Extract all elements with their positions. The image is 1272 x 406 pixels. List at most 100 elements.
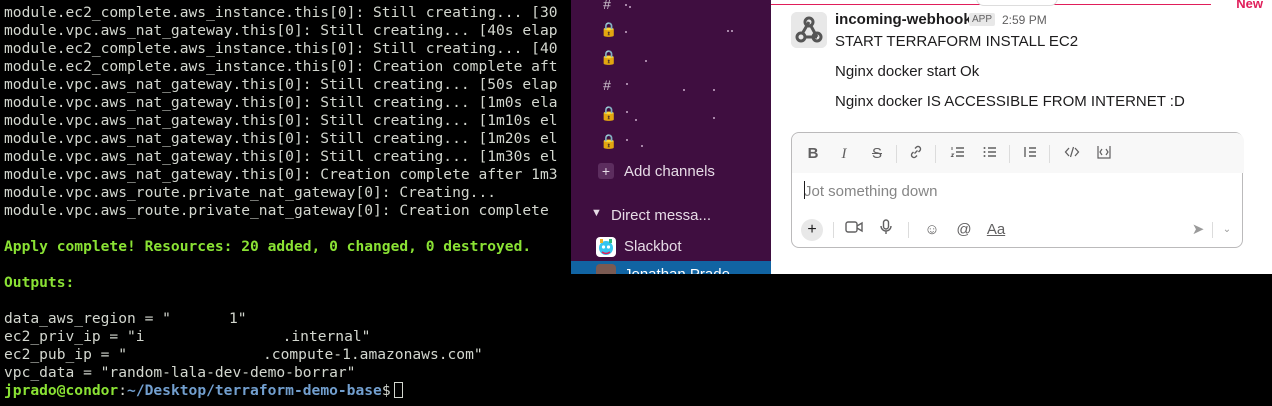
- ordered-list-icon[interactable]: [947, 144, 969, 164]
- redacted-channel-name: [623, 55, 733, 63]
- message-pane: New incoming-webhook APP 2:59 PM START T…: [771, 0, 1272, 274]
- active-dm-label: Jonathan Prado: [624, 266, 730, 274]
- sidebar-channel[interactable]: 🔒: [571, 17, 771, 45]
- sidebar-item-slackbot[interactable]: Slackbot: [571, 234, 771, 260]
- slack-window: # 🔒 🔒 # 🔒 🔒 + Add channels ▼ Direct mess…: [571, 0, 1272, 274]
- apply-summary: Apply complete! Resources: 20 added, 0 c…: [4, 238, 532, 255]
- direct-messages-label: Direct messa...: [611, 207, 712, 224]
- redacted-channel-name: [623, 111, 733, 121]
- italic-icon[interactable]: I: [833, 144, 855, 164]
- toolbar-divider: [1009, 145, 1010, 163]
- terminal-line: module.vpc.aws_nat_gateway.this[0]: Stil…: [4, 94, 558, 111]
- terminal-line: module.ec2_complete.aws_instance.this[0]…: [4, 4, 558, 21]
- shell-prompt[interactable]: jprado@condor:~/Desktop/terraform-demo-b…: [4, 382, 403, 400]
- prompt-path: ~/Desktop/terraform-demo-base: [127, 382, 382, 399]
- toolbar-divider: [935, 145, 936, 163]
- redacted-channel-name: [623, 139, 733, 147]
- prompt-colon: :: [118, 382, 128, 399]
- redacted-channel-name: [623, 2, 733, 10]
- output-priv-suffix: .internal": [282, 328, 371, 345]
- lock-icon: 🔒: [600, 105, 618, 121]
- new-messages-label: New: [1236, 0, 1263, 11]
- webhook-avatar[interactable]: [791, 12, 827, 48]
- text-caret: [804, 181, 805, 199]
- toolbar-divider: [896, 145, 897, 163]
- sidebar-item-active-dm[interactable]: Jonathan Prado: [571, 261, 771, 274]
- message-composer: B I S Jot something down + ☺ @ Aa ➤ ⌄: [791, 132, 1244, 248]
- prompt-user: jprado@condor: [4, 382, 119, 399]
- slack-sidebar: # 🔒 🔒 # 🔒 🔒 + Add channels ▼ Direct mess…: [571, 0, 771, 274]
- terminal-line: module.vpc.aws_route.private_nat_gateway…: [4, 202, 558, 219]
- message-text: Nginx docker IS ACCESSIBLE FROM INTERNET…: [835, 93, 1185, 110]
- bulleted-list-icon[interactable]: [979, 144, 1001, 164]
- lock-icon: 🔒: [600, 133, 618, 149]
- toolbar-divider: [1212, 222, 1213, 238]
- slackbot-label: Slackbot: [624, 238, 682, 255]
- terminal-line: module.ec2_complete.aws_instance.this[0]…: [4, 40, 558, 57]
- link-icon[interactable]: [905, 144, 927, 164]
- mention-icon[interactable]: @: [953, 219, 975, 241]
- outputs-label: Outputs:: [4, 274, 75, 291]
- webhook-icon: [791, 12, 827, 48]
- user-avatar: [596, 264, 616, 274]
- message-input[interactable]: [804, 179, 1224, 203]
- toolbar-divider: [833, 222, 834, 238]
- terminal-line: module.vpc.aws_nat_gateway.this[0]: Stil…: [4, 22, 558, 39]
- terminal-line: module.vpc.aws_nat_gateway.this[0]: Stil…: [4, 112, 558, 129]
- code-block-icon[interactable]: [1093, 144, 1115, 164]
- redacted-priv-ip: [145, 331, 283, 343]
- lock-icon: 🔒: [600, 21, 618, 37]
- code-icon[interactable]: [1061, 144, 1083, 164]
- message-sender[interactable]: incoming-webhook: [835, 11, 972, 28]
- strikethrough-icon[interactable]: S: [866, 144, 888, 164]
- formatting-toolbar: B I S: [792, 133, 1244, 173]
- blockquote-icon[interactable]: [1019, 144, 1041, 164]
- output-pub-prefix: ec2_pub_ip = ": [4, 346, 128, 363]
- message-text: Nginx docker start Ok: [835, 63, 980, 80]
- send-icon[interactable]: ➤: [1187, 219, 1209, 241]
- sidebar-channel[interactable]: 🔒: [571, 45, 771, 73]
- sidebar-channel[interactable]: 🔒: [571, 101, 771, 129]
- output-region: data_aws_region = " 1": [4, 310, 247, 328]
- terminal-line: module.vpc.aws_nat_gateway.this[0]: Crea…: [4, 166, 558, 183]
- terminal-line: module.vpc.aws_nat_gateway.this[0]: Stil…: [4, 130, 558, 147]
- toolbar-divider: [908, 222, 909, 238]
- redacted-channel-name: [623, 27, 733, 35]
- add-channels-button[interactable]: + Add channels: [571, 158, 771, 186]
- output-priv-prefix: ec2_priv_ip = "i: [4, 328, 145, 345]
- terminal-line: module.vpc.aws_route.private_nat_gateway…: [4, 184, 497, 201]
- formatting-toggle-icon[interactable]: Aa: [985, 219, 1007, 241]
- slackbot-avatar: [596, 237, 616, 257]
- emoji-icon[interactable]: ☺: [921, 219, 943, 241]
- sidebar-channel[interactable]: 🔒: [571, 129, 771, 157]
- prompt-symbol: $: [381, 382, 391, 399]
- lock-icon: 🔒: [600, 49, 618, 65]
- hash-icon: #: [603, 0, 611, 12]
- app-badge: APP: [969, 13, 996, 26]
- attach-plus-icon[interactable]: +: [801, 219, 823, 241]
- output-pub-ip: ec2_pub_ip = " .compute-1.amazonaws.com": [4, 346, 483, 364]
- terminal-line: module.ec2_complete.aws_instance.this[0]…: [4, 58, 558, 75]
- message-text: START TERRAFORM INSTALL EC2: [835, 33, 1079, 50]
- plus-icon: +: [598, 163, 614, 179]
- output-pub-suffix: .compute-1.amazonaws.com": [263, 346, 483, 363]
- hash-icon: #: [603, 77, 611, 93]
- date-divider-pill[interactable]: [976, 0, 1058, 6]
- direct-messages-section[interactable]: ▼ Direct messa...: [571, 203, 771, 229]
- caret-down-icon: ▼: [591, 207, 602, 219]
- redacted-pub-ip: [127, 349, 263, 361]
- redacted-region: [171, 313, 229, 325]
- video-icon[interactable]: [843, 219, 865, 241]
- send-options-chevron-down-icon[interactable]: ⌄: [1216, 219, 1238, 241]
- output-region-suffix: 1": [228, 310, 247, 327]
- toolbar-divider: [1049, 145, 1050, 163]
- microphone-icon[interactable]: [875, 219, 897, 241]
- terminal-line: module.vpc.aws_nat_gateway.this[0]: Stil…: [4, 148, 558, 165]
- sidebar-channel[interactable]: #: [571, 73, 771, 101]
- terminal-line: module.vpc.aws_nat_gateway.this[0]: Stil…: [4, 76, 558, 93]
- output-region-prefix: data_aws_region = ": [4, 310, 171, 327]
- bold-icon[interactable]: B: [802, 144, 824, 164]
- message-timestamp[interactable]: 2:59 PM: [1002, 13, 1047, 27]
- output-priv-ip: ec2_priv_ip = "i .internal": [4, 328, 370, 346]
- terminal-cursor: [393, 382, 403, 398]
